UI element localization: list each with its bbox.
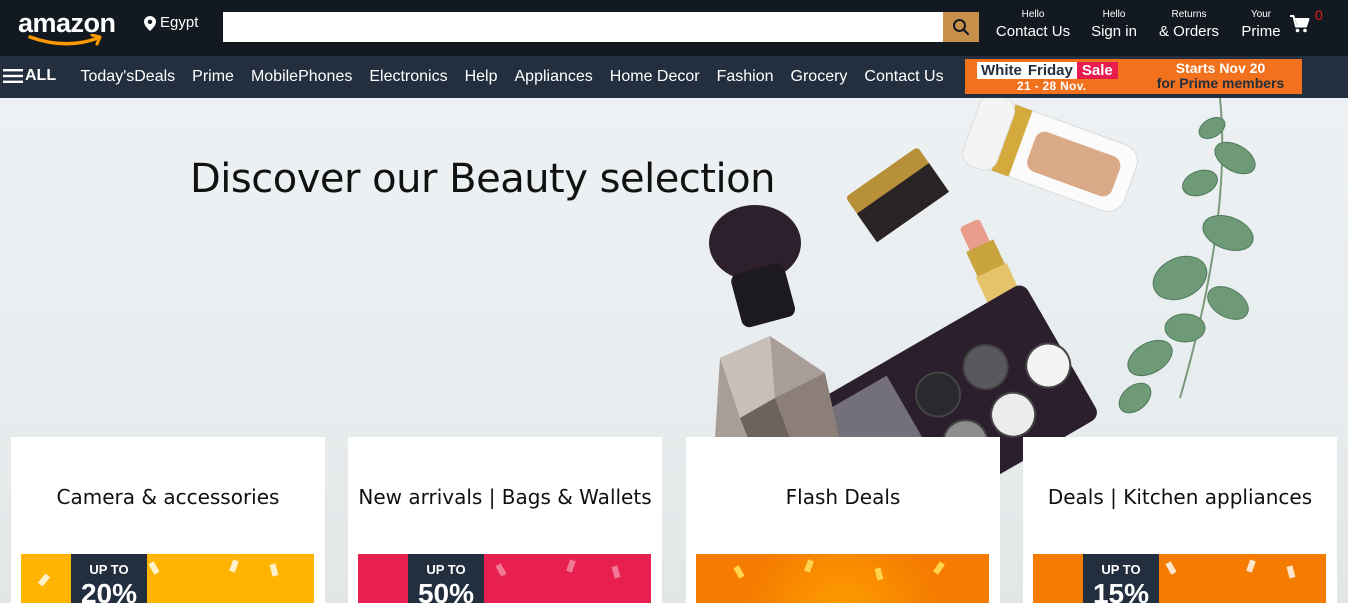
- sign-in-small-label: Hello: [1102, 9, 1126, 20]
- badge-percent: 20%: [80, 578, 138, 603]
- your-prime-link[interactable]: Your Prime: [1238, 9, 1284, 43]
- nav-link-mobile-phones[interactable]: MobilePhones: [242, 68, 360, 86]
- badge-percent: 50%: [417, 578, 475, 603]
- white-friday-sale-label: White Friday Sale: [977, 62, 1118, 79]
- card-image[interactable]: UP TO 50%: [358, 554, 651, 603]
- nav-link-help[interactable]: Help: [456, 68, 506, 86]
- promo-right-text: Starts Nov 20 for Prime members: [1143, 61, 1298, 91]
- cart-button[interactable]: [1290, 14, 1310, 39]
- search-input[interactable]: [223, 12, 943, 42]
- foundation-bottle-graphic: [962, 98, 1138, 212]
- badge-upto: UP TO: [426, 562, 466, 577]
- location-pin-icon: [144, 16, 156, 31]
- hamburger-icon: [3, 69, 23, 83]
- makeup-brush-graphic: [709, 205, 801, 328]
- contact-big-label: Contact Us: [995, 23, 1071, 40]
- card-flash-deals[interactable]: Flash Deals: [686, 437, 1000, 603]
- nav-link-home-decor[interactable]: Home Decor: [601, 68, 708, 86]
- search-button[interactable]: [943, 12, 979, 42]
- subnav-links: Today'sDeals Prime MobilePhones Electron…: [72, 56, 952, 98]
- contact-small-label: Hello: [1021, 9, 1045, 20]
- amazon-logo[interactable]: amazon: [18, 9, 122, 49]
- promo-word-sale: Sale: [1076, 62, 1118, 79]
- cart-icon: [1290, 15, 1310, 33]
- prime-big-label: Prime: [1241, 23, 1281, 40]
- card-image[interactable]: UP TO 20%: [21, 554, 314, 603]
- card-title: Deals | Kitchen appliances: [1047, 485, 1313, 509]
- nav-link-appliances[interactable]: Appliances: [506, 68, 601, 86]
- search-bar: [223, 12, 979, 42]
- nav-link-contact-us[interactable]: Contact Us: [856, 68, 952, 86]
- badge-upto: UP TO: [1101, 562, 1141, 577]
- card-kitchen-appliances[interactable]: Deals | Kitchen appliances UP TO 15%: [1023, 437, 1337, 603]
- eucalyptus-leaves-graphic: [1118, 98, 1256, 414]
- card-camera-accessories[interactable]: Camera & accessories UP TO 20%: [11, 437, 325, 603]
- all-menu-button[interactable]: ALL: [3, 67, 56, 85]
- discount-badge: UP TO 50%: [408, 554, 484, 603]
- card-image[interactable]: UP TO 15%: [1033, 554, 1326, 603]
- nav-link-fashion[interactable]: Fashion: [708, 68, 782, 86]
- sign-in-big-label: Sign in: [1091, 23, 1137, 40]
- search-icon: [953, 19, 970, 36]
- card-title: Flash Deals: [785, 485, 901, 509]
- promo-line-1: Starts Nov 20: [1175, 60, 1266, 76]
- badge-percent: 15%: [1092, 578, 1150, 603]
- returns-small-label: Returns: [1171, 9, 1207, 20]
- logo-text: amazon: [18, 8, 116, 38]
- nav-link-electronics[interactable]: Electronics: [361, 68, 456, 86]
- top-header: amazon Egypt Hello Contact Us Hello Sign…: [0, 0, 1348, 56]
- nav-link-prime[interactable]: Prime: [184, 68, 243, 86]
- prime-small-label: Your: [1250, 9, 1272, 20]
- all-label: ALL: [25, 67, 57, 84]
- card-title: New arrivals | Bags & Wallets: [358, 485, 652, 509]
- location-text: Egypt: [160, 14, 199, 31]
- orders-big-label: & Orders: [1158, 23, 1219, 40]
- promo-line-2: for Prime members: [1156, 75, 1285, 91]
- card-image[interactable]: [696, 554, 989, 603]
- cart-count: 0: [1315, 7, 1323, 23]
- returns-orders-link[interactable]: Returns & Orders: [1157, 9, 1221, 43]
- badge-upto: UP TO: [89, 562, 129, 577]
- white-friday-promo-banner[interactable]: White Friday Sale 21 - 28 Nov. Starts No…: [965, 59, 1302, 94]
- delivery-location[interactable]: Egypt: [144, 14, 198, 31]
- nav-link-grocery[interactable]: Grocery: [782, 68, 856, 86]
- nav-link-todays-deals[interactable]: Today'sDeals: [72, 68, 184, 86]
- contact-us-link[interactable]: Hello Contact Us: [995, 9, 1071, 43]
- promo-word-friday: Friday: [1025, 62, 1077, 79]
- discount-badge: UP TO 15%: [1083, 554, 1159, 603]
- card-title: Camera & accessories: [56, 485, 280, 509]
- discount-badge: UP TO 20%: [71, 554, 147, 603]
- card-bags-wallets[interactable]: New arrivals | Bags & Wallets UP TO 50%: [348, 437, 662, 603]
- promo-word-white: White: [977, 62, 1026, 79]
- logo-smile-icon: [28, 34, 102, 46]
- sign-in-link[interactable]: Hello Sign in: [1090, 9, 1138, 43]
- promo-dates: 21 - 28 Nov.: [1017, 79, 1087, 93]
- gold-compact-graphic: [847, 148, 950, 243]
